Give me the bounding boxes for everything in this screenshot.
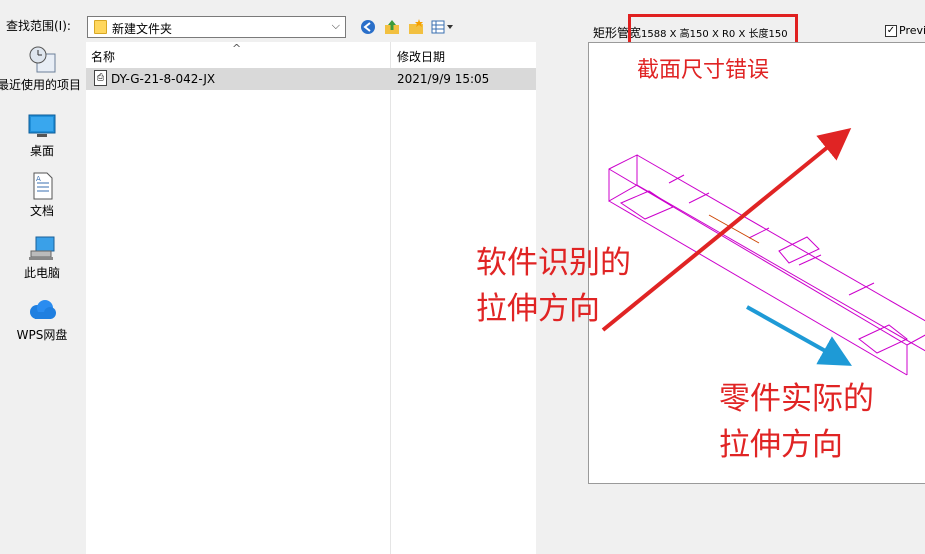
column-header-name[interactable]: 名称 xyxy=(91,48,115,65)
svg-text:A: A xyxy=(36,175,41,183)
column-divider[interactable] xyxy=(390,42,391,554)
back-arrow-icon xyxy=(361,20,375,34)
up-folder-icon xyxy=(385,20,399,34)
annotation-line: 拉伸方向 xyxy=(719,427,843,463)
annotation-line: 拉伸方向 xyxy=(476,291,600,327)
place-desktop[interactable]: 桌面 xyxy=(0,112,84,159)
annotation-actual-direction: 零件实际的 拉伸方向 xyxy=(719,376,874,468)
look-in-combobox[interactable]: 新建文件夹 ⌵ xyxy=(87,16,346,38)
place-recent[interactable]: 最近使用的项目 xyxy=(0,46,84,93)
annotation-line: 零件实际的 xyxy=(719,381,874,417)
file-icon: ⎙ xyxy=(94,70,107,86)
highlight-box xyxy=(628,14,798,45)
folder-icon xyxy=(94,20,107,34)
place-label: WPS网盘 xyxy=(16,328,68,342)
up-folder-button[interactable] xyxy=(382,18,402,36)
place-documents[interactable]: A 文档 xyxy=(0,172,84,219)
annotation-line: 软件识别的 xyxy=(476,245,631,281)
checkbox-checked-icon: ✓ xyxy=(885,24,897,37)
view-menu-button[interactable] xyxy=(430,18,456,36)
back-button[interactable] xyxy=(358,18,378,36)
place-label: 此电脑 xyxy=(23,266,60,280)
column-header-date[interactable]: 修改日期 xyxy=(397,48,445,65)
sort-ascending-icon: ^ xyxy=(232,42,242,55)
preview-checkbox[interactable]: ✓ Previ xyxy=(885,24,925,37)
place-wps-cloud[interactable]: WPS网盘 xyxy=(0,296,84,343)
new-folder-icon xyxy=(409,19,423,34)
look-in-label: 查找范围(I): xyxy=(6,19,71,33)
documents-icon: A xyxy=(27,172,57,200)
view-grid-icon xyxy=(431,20,453,34)
file-name: DY-G-21-8-042-JX xyxy=(111,72,216,86)
file-date: 2021/9/9 15:05 xyxy=(397,72,490,86)
annotation-section-error: 截面尺寸错误 xyxy=(637,58,770,83)
place-label: 最近使用的项目 xyxy=(0,78,81,92)
file-row[interactable]: ⎙ DY-G-21-8-042-JX 2021/9/9 15:05 xyxy=(86,68,536,90)
current-folder-name: 新建文件夹 xyxy=(112,22,173,36)
preview-checkbox-label: Previ xyxy=(899,24,925,37)
recent-icon xyxy=(27,46,57,74)
place-computer[interactable]: 此电脑 xyxy=(0,234,84,281)
place-label: 文档 xyxy=(29,204,54,218)
desktop-icon xyxy=(27,112,57,140)
file-list[interactable]: 名称 ^ 修改日期 ⎙ DY-G-21-8-042-JX 2021/9/9 15… xyxy=(86,42,536,554)
cloud-icon xyxy=(27,296,57,324)
annotation-software-direction: 软件识别的 拉伸方向 xyxy=(476,240,631,332)
computer-icon xyxy=(27,234,57,262)
new-folder-button[interactable] xyxy=(406,18,426,36)
place-label: 桌面 xyxy=(29,144,54,158)
chevron-down-icon[interactable]: ⌵ xyxy=(332,19,340,33)
places-bar: 最近使用的项目 桌面 A 文档 此电脑 WPS网盘 xyxy=(0,44,84,554)
